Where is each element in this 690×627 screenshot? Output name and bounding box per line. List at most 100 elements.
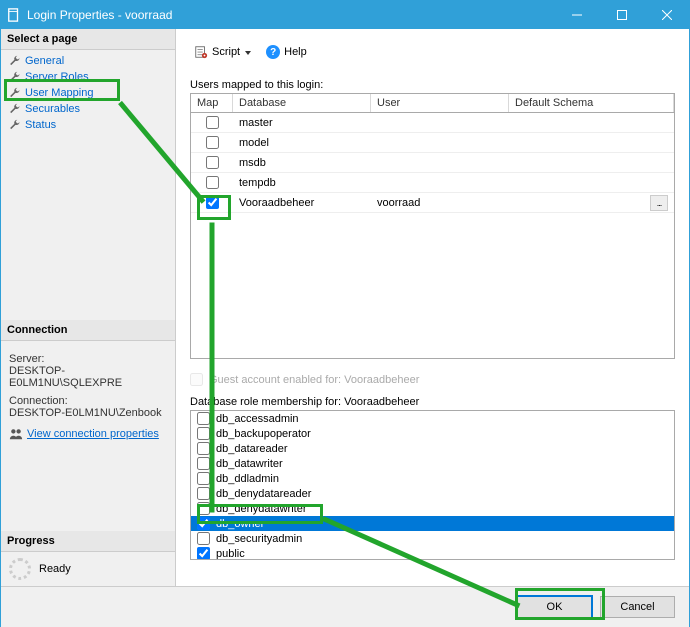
- table-row[interactable]: msdb: [191, 153, 674, 173]
- role-name: db_datareader: [216, 443, 288, 455]
- chevron-down-icon: [244, 48, 252, 56]
- role-item[interactable]: db_owner: [191, 516, 674, 531]
- roles-listbox: db_accessadmin db_backupoperator db_datare…: [190, 410, 675, 560]
- cell-schema: ...: [509, 193, 674, 213]
- role-checkbox[interactable]: [197, 412, 210, 425]
- wrench-icon: [9, 71, 21, 83]
- header-database[interactable]: Database: [233, 94, 371, 112]
- cancel-button[interactable]: Cancel: [600, 596, 675, 618]
- table-row[interactable]: model: [191, 133, 674, 153]
- help-label: Help: [284, 46, 307, 58]
- connection-header: Connection: [1, 320, 175, 341]
- cell-schema: [509, 161, 674, 165]
- sidebar-item-server-roles[interactable]: Server Roles: [1, 69, 175, 85]
- role-name: db_securityadmin: [216, 533, 302, 545]
- role-name: db_backupoperator: [216, 428, 311, 440]
- sidebar-item-status[interactable]: Status: [1, 117, 175, 133]
- footer: OK Cancel: [1, 586, 689, 627]
- wrench-icon: [9, 119, 21, 131]
- cell-database: Vooraadbeheer: [233, 195, 371, 211]
- role-item[interactable]: db_denydatareader: [191, 486, 674, 501]
- connection-box: Server: DESKTOP-E0LM1NU\SQLEXPRE Connect…: [1, 341, 175, 445]
- role-checkbox[interactable]: [197, 427, 210, 440]
- map-checkbox[interactable]: [206, 116, 219, 129]
- maximize-button[interactable]: [599, 1, 644, 29]
- map-checkbox[interactable]: [206, 196, 219, 209]
- select-page-header: Select a page: [1, 29, 175, 50]
- header-map[interactable]: Map: [191, 94, 233, 112]
- role-name: db_denydatareader: [216, 488, 311, 500]
- sidebar-item-label: General: [25, 55, 64, 67]
- role-checkbox[interactable]: [197, 442, 210, 455]
- cell-database: tempdb: [233, 175, 371, 191]
- wrench-icon: [9, 55, 21, 67]
- sidebar-item-user-mapping[interactable]: User Mapping: [1, 85, 175, 101]
- schema-browse-button[interactable]: ...: [650, 195, 668, 211]
- role-checkbox[interactable]: [197, 502, 210, 515]
- wrench-icon: [9, 87, 21, 99]
- guest-enabled-checkbox: [190, 373, 203, 386]
- people-icon: [9, 427, 23, 441]
- map-checkbox[interactable]: [206, 156, 219, 169]
- role-item[interactable]: db_datareader: [191, 441, 674, 456]
- header-user[interactable]: User: [371, 94, 509, 112]
- role-item[interactable]: db_ddladmin: [191, 471, 674, 486]
- window-icon: [7, 8, 21, 22]
- connection-label: Connection:: [9, 395, 167, 407]
- cell-database: model: [233, 135, 371, 151]
- sidebar-item-securables[interactable]: Securables: [1, 101, 175, 117]
- sidebar-item-label: Server Roles: [25, 71, 89, 83]
- sidebar-item-general[interactable]: General: [1, 53, 175, 69]
- role-name: public: [216, 548, 245, 560]
- script-label: Script: [212, 46, 240, 58]
- header-schema[interactable]: Default Schema: [509, 94, 674, 112]
- table-row[interactable]: master: [191, 113, 674, 133]
- minimize-button[interactable]: [554, 1, 599, 29]
- cell-user: [371, 141, 509, 145]
- script-button[interactable]: Script: [190, 43, 256, 61]
- map-checkbox[interactable]: [206, 176, 219, 189]
- users-mapped-label: Users mapped to this login:: [190, 79, 675, 91]
- sidebar-item-label: User Mapping: [25, 87, 93, 99]
- close-button[interactable]: [644, 1, 689, 29]
- role-item[interactable]: public: [191, 546, 674, 560]
- server-value: DESKTOP-E0LM1NU\SQLEXPRE: [9, 365, 167, 389]
- toolbar: Script ? Help: [190, 39, 675, 65]
- role-item[interactable]: db_denydatawriter: [191, 501, 674, 516]
- cell-schema: [509, 141, 674, 145]
- ok-button[interactable]: OK: [517, 596, 592, 618]
- progress-ring-icon: [9, 558, 31, 580]
- cell-schema: [509, 121, 674, 125]
- role-checkbox[interactable]: [197, 472, 210, 485]
- role-item[interactable]: db_securityadmin: [191, 531, 674, 546]
- view-connection-properties-link[interactable]: View connection properties: [27, 428, 159, 440]
- server-label: Server:: [9, 353, 167, 365]
- role-name: db_denydatawriter: [216, 503, 307, 515]
- connection-value: DESKTOP-E0LM1NU\Zenbook: [9, 407, 167, 419]
- script-icon: [194, 45, 208, 59]
- role-item[interactable]: db_accessadmin: [191, 411, 674, 426]
- progress-status-label: Ready: [39, 563, 71, 575]
- role-checkbox[interactable]: [197, 532, 210, 545]
- content-panel: Script ? Help Users mapped to this login…: [176, 29, 689, 586]
- progress-header: Progress: [1, 531, 175, 552]
- role-item[interactable]: db_datawriter: [191, 456, 674, 471]
- progress-box: Ready: [1, 552, 175, 586]
- sidebar: Select a page General Server Roles User …: [1, 29, 176, 586]
- map-checkbox[interactable]: [206, 136, 219, 149]
- role-checkbox[interactable]: [197, 517, 210, 530]
- page-list: General Server Roles User Mapping Secura…: [1, 50, 175, 320]
- help-button[interactable]: ? Help: [262, 43, 311, 61]
- sidebar-item-label: Status: [25, 119, 56, 131]
- table-row[interactable]: tempdb: [191, 173, 674, 193]
- role-name: db_ddladmin: [216, 473, 279, 485]
- role-checkbox[interactable]: [197, 547, 210, 560]
- role-name: db_owner: [216, 518, 264, 530]
- mapping-table: Map Database User Default Schema master m…: [190, 93, 675, 359]
- role-item[interactable]: db_backupoperator: [191, 426, 674, 441]
- table-row[interactable]: Vooraadbeheervoorraad...: [191, 193, 674, 213]
- role-checkbox[interactable]: [197, 487, 210, 500]
- role-checkbox[interactable]: [197, 457, 210, 470]
- roles-label: Database role membership for: Vooraadbeh…: [190, 396, 675, 408]
- help-icon: ?: [266, 45, 280, 59]
